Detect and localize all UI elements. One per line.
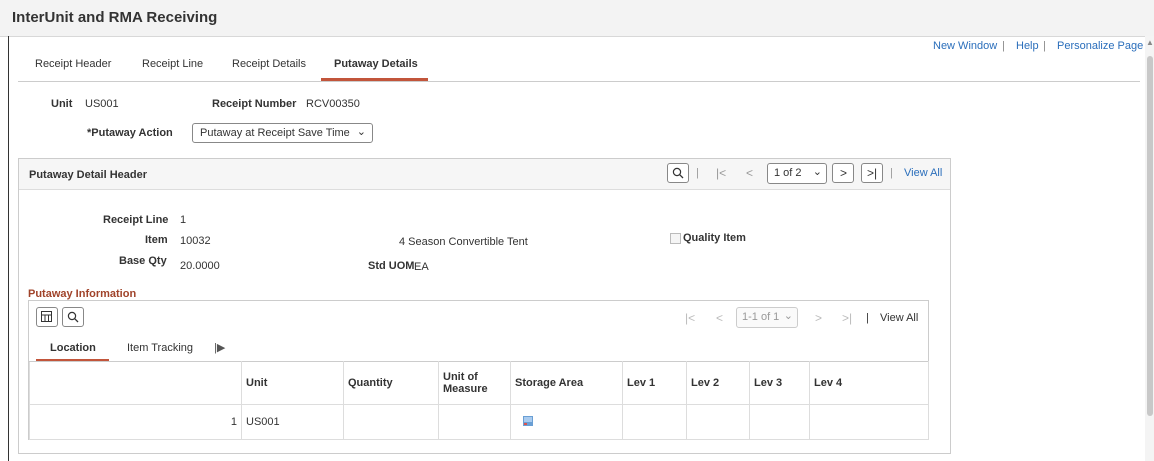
separator: | — [890, 167, 893, 179]
first-page-icon[interactable]: |< — [716, 166, 726, 180]
grid-header-row: Unit Quantity Unit of Measure Storage Ar… — [29, 361, 929, 405]
quantity-cell — [343, 404, 439, 440]
column-header-quantity[interactable]: Quantity — [343, 361, 439, 405]
putaway-action-value: Putaway at Receipt Save Time — [200, 127, 350, 139]
next-page-icon: > — [840, 166, 848, 180]
chevron-down-icon: ⌄ — [812, 166, 822, 178]
receipt-line-label: Receipt Line — [103, 214, 169, 226]
page-title: InterUnit and RMA Receiving — [12, 9, 218, 26]
grid-page-select-value: 1-1 of 1 — [742, 311, 780, 323]
last-page-button[interactable]: >| — [861, 163, 883, 183]
tab-receipt-line[interactable]: Receipt Line — [142, 58, 203, 70]
scrollbar-thumb[interactable] — [1147, 56, 1153, 416]
row-number: 1 — [29, 404, 242, 440]
uom-cell — [438, 404, 511, 440]
receipt-number-value: RCV00350 — [306, 98, 360, 110]
lev2-cell — [686, 404, 750, 440]
column-header-lev-2[interactable]: Lev 2 — [686, 361, 750, 405]
left-border — [8, 36, 9, 461]
next-page-icon[interactable]: > — [815, 311, 822, 325]
column-header-unit[interactable]: Unit — [241, 361, 344, 405]
unit-label: Unit — [51, 98, 73, 110]
subtab-item-tracking[interactable]: Item Tracking — [127, 342, 193, 354]
lev4-cell — [809, 404, 929, 440]
receipt-line-value: 1 — [180, 214, 187, 226]
help-link[interactable]: Help — [1016, 40, 1039, 52]
tab-receipt-details[interactable]: Receipt Details — [232, 58, 306, 70]
storage-area-lookup-icon[interactable] — [523, 415, 533, 429]
chevron-down-icon: ⌄ — [356, 126, 366, 138]
page-select[interactable]: 1 of 2 ⌄ — [767, 163, 827, 184]
separator: | — [1002, 40, 1005, 52]
tabs-divider — [18, 81, 1140, 82]
search-icon — [67, 311, 79, 323]
quality-item-checkbox[interactable] — [670, 233, 681, 244]
item-value: 10032 — [180, 235, 211, 247]
column-header-lev-3[interactable]: Lev 3 — [749, 361, 810, 405]
search-button[interactable] — [667, 163, 689, 183]
putaway-detail-header-title: Putaway Detail Header — [29, 169, 147, 181]
show-all-columns-icon[interactable]: |▶ — [214, 341, 225, 354]
unit-cell: US001 — [241, 404, 344, 440]
personalize-page-link[interactable]: Personalize Page — [1057, 40, 1143, 52]
next-page-button[interactable]: > — [832, 163, 854, 183]
grid-search-button[interactable] — [62, 307, 84, 327]
item-description: 4 Season Convertible Tent — [399, 236, 528, 248]
column-header-unit-of-measure[interactable]: Unit of Measure — [438, 361, 511, 405]
active-tab-indicator — [321, 78, 428, 81]
column-header-lev-4[interactable]: Lev 4 — [809, 361, 929, 405]
personalize-grid-button[interactable] — [36, 307, 58, 327]
std-uom-label: Std UOM — [368, 260, 415, 272]
first-page-icon[interactable]: |< — [685, 311, 695, 325]
quality-item-label: Quality Item — [683, 232, 746, 244]
grid-settings-icon — [41, 311, 52, 322]
column-header-storage-area[interactable]: Storage Area — [510, 361, 623, 405]
putaway-location-grid: Unit Quantity Unit of Measure Storage Ar… — [29, 361, 929, 440]
grid-page-select[interactable]: 1-1 of 1 ⌄ — [736, 307, 798, 328]
separator: | — [1043, 40, 1046, 52]
lev1-cell — [622, 404, 687, 440]
putaway-action-label: *Putaway Action — [87, 127, 173, 139]
tab-receipt-header[interactable]: Receipt Header — [35, 58, 111, 70]
tab-putaway-details[interactable]: Putaway Details — [334, 58, 418, 70]
putaway-action-select[interactable]: Putaway at Receipt Save Time ⌄ — [192, 123, 373, 143]
table-row: 1 US001 — [29, 404, 929, 440]
page-select-value: 1 of 2 — [774, 167, 802, 179]
std-uom-value: EA — [414, 261, 429, 273]
receipt-number-label: Receipt Number — [212, 98, 297, 110]
scroll-up-icon[interactable]: ▲ — [1146, 38, 1154, 47]
last-page-icon: >| — [867, 166, 878, 180]
separator: | — [696, 167, 699, 179]
subtab-location[interactable]: Location — [50, 342, 96, 354]
lev3-cell — [749, 404, 810, 440]
last-page-icon[interactable]: >| — [842, 311, 852, 325]
item-label: Item — [145, 234, 168, 246]
base-qty-value: 20.0000 — [180, 260, 220, 272]
previous-page-icon[interactable]: < — [746, 166, 753, 180]
column-header-lev-1[interactable]: Lev 1 — [622, 361, 687, 405]
unit-value: US001 — [85, 98, 119, 110]
base-qty-label: Base Qty — [119, 255, 167, 267]
search-icon — [672, 167, 684, 179]
grid-view-all-link[interactable]: View All — [880, 312, 918, 324]
putaway-information-title: Putaway Information — [28, 288, 137, 300]
column-header-row-number — [29, 361, 242, 405]
view-all-link[interactable]: View All — [904, 167, 942, 179]
chevron-down-icon: ⌄ — [783, 310, 793, 322]
storage-area-cell — [510, 404, 623, 440]
previous-page-icon[interactable]: < — [716, 311, 723, 325]
separator: | — [866, 312, 869, 324]
new-window-link[interactable]: New Window — [933, 40, 997, 52]
